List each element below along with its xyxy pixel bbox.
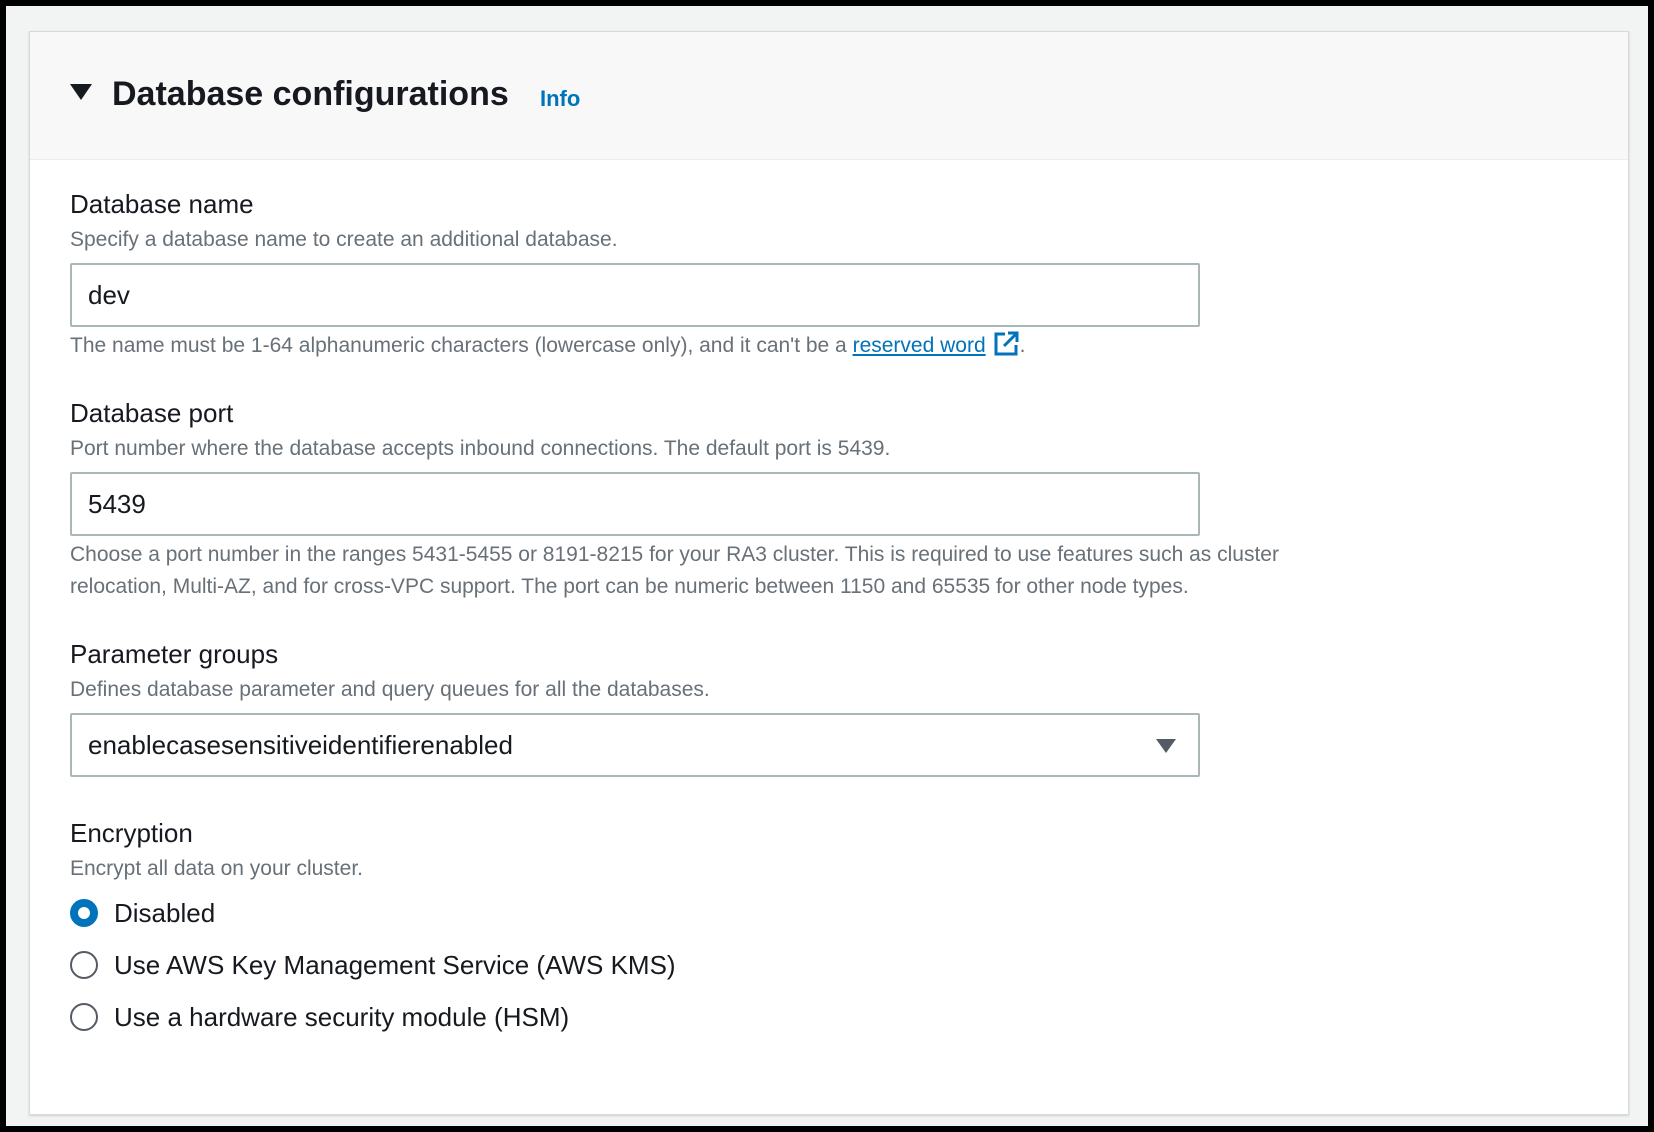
radio-unselected-icon[interactable] <box>70 1003 98 1031</box>
reserved-word-link[interactable]: reserved word <box>853 334 986 357</box>
panel-header[interactable]: Database configurations Info <box>30 32 1628 160</box>
screenshot-frame: Database configurations Info Database na… <box>6 6 1648 1126</box>
collapse-caret-icon[interactable] <box>70 84 92 100</box>
database-configurations-panel: Database configurations Info Database na… <box>29 31 1629 1115</box>
encryption-label: Encryption <box>70 818 193 848</box>
database-name-hint: The name must be 1-64 alphanumeric chara… <box>70 330 1530 368</box>
database-port-description: Port number where the database accepts i… <box>70 437 891 460</box>
database-port-input[interactable] <box>70 472 1200 536</box>
radio-unselected-icon[interactable] <box>70 951 98 979</box>
encryption-option-label: Use a hardware security module (HSM) <box>114 1002 570 1032</box>
encryption-description: Encrypt all data on your cluster. <box>70 857 363 880</box>
database-name-description: Specify a database name to create an add… <box>70 228 618 251</box>
encryption-option-label: Use AWS Key Management Service (AWS KMS) <box>114 950 676 980</box>
database-port-hint-line-2: relocation, Multi-AZ, and for cross-VPC … <box>70 575 1189 598</box>
parameter-groups-label: Parameter groups <box>70 639 279 669</box>
database-name-hint-text: The name must be 1-64 alphanumeric chara… <box>70 334 853 357</box>
parameter-groups-select[interactable]: enablecasesensitiveidentifierenabled <box>70 713 1200 777</box>
encryption-option-label: Disabled <box>114 898 216 928</box>
external-link-icon[interactable] <box>992 330 1020 368</box>
panel-title: Database configurations <box>112 75 509 113</box>
parameter-groups-description: Defines database parameter and query que… <box>70 678 710 701</box>
database-port-hint-line-1: Choose a port number in the ranges 5431-… <box>70 543 1279 566</box>
caret-down-icon <box>1156 739 1176 753</box>
parameter-groups-selected-value: enablecasesensitiveidentifierenabled <box>88 730 513 760</box>
radio-selected-icon[interactable] <box>70 899 98 927</box>
database-name-input[interactable] <box>70 263 1200 327</box>
database-name-label: Database name <box>70 189 254 219</box>
info-link[interactable]: Info <box>540 84 580 114</box>
database-port-label: Database port <box>70 398 234 428</box>
database-name-hint-suffix: . <box>1019 334 1026 357</box>
